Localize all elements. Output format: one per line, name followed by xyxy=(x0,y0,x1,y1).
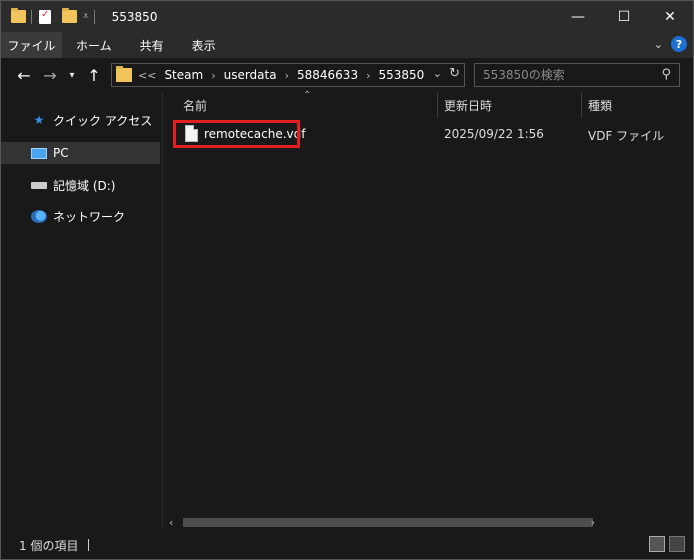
navigation-pane: ★ クイック アクセス PC 記憶域 (D:) ネットワーク xyxy=(1,92,162,530)
folder-icon[interactable] xyxy=(11,8,26,23)
maximize-button[interactable]: ☐ xyxy=(601,1,647,32)
scroll-right-icon[interactable]: › xyxy=(591,516,595,529)
expand-ribbon-icon[interactable]: ⌄ xyxy=(654,38,663,51)
file-type: VDF ファイル xyxy=(588,129,665,143)
status-bar: 1 個の項目 xyxy=(1,531,693,559)
file-date: 2025/09/22 1:56 xyxy=(444,127,544,141)
address-bar[interactable]: << Steam › userdata › 58846633 › 553850 … xyxy=(111,63,465,87)
column-header-row: ⌃ 名前 更新日時 種類 xyxy=(163,90,693,118)
folder-icon xyxy=(116,66,132,82)
sidebar-item-label: 記憶域 (D:) xyxy=(53,178,116,193)
breadcrumb-overflow[interactable]: << xyxy=(138,69,156,82)
close-button[interactable]: ✕ xyxy=(647,1,693,32)
network-icon xyxy=(31,209,47,223)
drive-icon xyxy=(31,178,47,192)
tab-share[interactable]: 共有 xyxy=(126,32,178,58)
forward-arrow-icon[interactable]: → xyxy=(37,62,63,88)
up-arrow-icon[interactable]: ↑ xyxy=(81,62,107,88)
file-list: ⌃ 名前 更新日時 種類 remotecache.vdf 2025/09/22 … xyxy=(163,90,693,530)
sidebar-item-label: PC xyxy=(53,146,69,160)
large-icons-view-icon[interactable] xyxy=(669,536,685,552)
sidebar-item-network[interactable]: ネットワーク xyxy=(1,205,160,227)
search-icon[interactable]: ⚲ xyxy=(661,67,671,82)
customize-toolbar-icon[interactable]: ⩡ xyxy=(83,11,89,22)
horizontal-scrollbar[interactable]: ‹ › xyxy=(163,514,693,531)
back-arrow-icon[interactable]: ← xyxy=(11,62,37,88)
sort-ascending-icon: ⌃ xyxy=(303,90,312,101)
minimize-button[interactable]: — xyxy=(555,1,601,32)
title-bar: ⩡ 553850 — ☐ ✕ xyxy=(1,1,693,32)
sidebar-item-pc[interactable]: PC xyxy=(1,142,160,164)
sidebar-item-quick-access[interactable]: ★ クイック アクセス xyxy=(1,109,160,131)
help-icon[interactable]: ? xyxy=(671,36,687,52)
chevron-right-icon[interactable]: › xyxy=(285,69,289,82)
toolbar-divider xyxy=(93,9,95,24)
column-header-type[interactable]: 種類 xyxy=(588,97,612,114)
search-input[interactable] xyxy=(483,68,653,82)
breadcrumb-current[interactable]: 553850 xyxy=(378,68,424,82)
column-header-date[interactable]: 更新日時 xyxy=(444,97,492,114)
scroll-left-icon[interactable]: ‹ xyxy=(169,516,173,529)
status-divider xyxy=(88,539,90,551)
breadcrumb-steam[interactable]: Steam xyxy=(164,68,203,82)
scrollbar-corner xyxy=(599,514,693,531)
chevron-right-icon[interactable]: › xyxy=(366,69,370,82)
scrollbar-thumb[interactable] xyxy=(183,518,593,527)
sidebar-item-label: クイック アクセス xyxy=(53,113,153,128)
properties-icon[interactable] xyxy=(39,9,51,24)
search-box[interactable]: ⚲ xyxy=(474,63,680,87)
window-title: 553850 xyxy=(111,9,158,24)
highlight-box xyxy=(173,120,300,148)
chevron-right-icon[interactable]: › xyxy=(211,69,215,82)
item-count: 1 個の項目 xyxy=(19,538,79,553)
tab-file[interactable]: ファイル xyxy=(1,32,62,58)
column-header-name[interactable]: 名前 xyxy=(183,97,207,114)
recent-locations-icon[interactable]: ▾ xyxy=(63,62,81,88)
quick-access-toolbar: ⩡ xyxy=(1,1,100,32)
column-resize-handle[interactable] xyxy=(437,92,438,118)
star-icon: ★ xyxy=(33,113,45,127)
refresh-icon[interactable]: ↻ xyxy=(449,66,460,81)
navigation-bar: ← → ▾ ↑ << Steam › userdata › 58846633 ›… xyxy=(1,58,693,92)
breadcrumb-userid[interactable]: 58846633 xyxy=(297,68,358,82)
tab-home[interactable]: ホーム xyxy=(62,32,126,58)
tab-view[interactable]: 表示 xyxy=(178,32,230,58)
new-folder-icon[interactable] xyxy=(62,8,77,23)
explorer-window: ⩡ 553850 — ☐ ✕ ファイル ホーム 共有 表示 ⌄ ? ← → ▾ … xyxy=(0,0,694,560)
breadcrumb-userdata[interactable]: userdata xyxy=(224,68,277,82)
toolbar-divider xyxy=(31,9,32,24)
sidebar-item-label: ネットワーク xyxy=(53,209,126,224)
sidebar-item-drive-d[interactable]: 記憶域 (D:) xyxy=(1,174,160,196)
details-view-icon[interactable] xyxy=(649,536,665,552)
pc-icon xyxy=(31,146,47,160)
ribbon-tabs: ファイル ホーム 共有 表示 ⌄ ? xyxy=(1,32,693,58)
chevron-down-icon[interactable]: ⌄ xyxy=(433,67,442,80)
column-resize-handle[interactable] xyxy=(581,92,582,118)
